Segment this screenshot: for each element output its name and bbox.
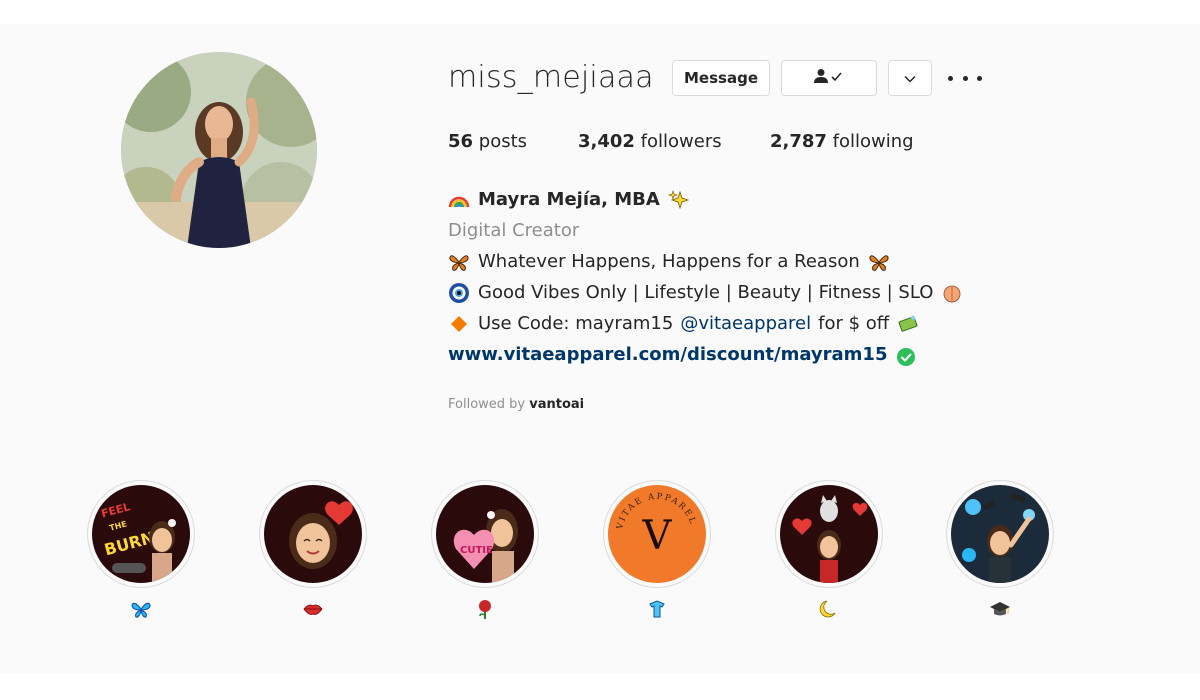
following-count: 2,787 — [770, 131, 827, 152]
bio-link-line: www.vitaeapparel.com/discount/mayram15 — [448, 339, 1048, 370]
person-check-icon — [812, 68, 846, 88]
bio-line-3-prefix: Use Code: mayram15 — [478, 313, 674, 334]
verified-check-icon — [897, 347, 916, 366]
message-button[interactable]: Message — [672, 60, 770, 96]
hanger-icon — [649, 600, 665, 618]
highlight-cover — [780, 485, 878, 583]
money-icon — [898, 315, 918, 332]
bio-full-name: Mayra Mejía, MBA — [478, 189, 660, 210]
bio-website-link[interactable]: www.vitaeapparel.com/discount/mayram15 — [448, 339, 887, 370]
bio-line-3: Use Code: mayram15 @vitaeapparel for $ o… — [448, 308, 1048, 339]
followed-by[interactable]: Followed by vantoai — [448, 397, 584, 412]
story-highlight-5[interactable] — [775, 480, 883, 618]
nazar-eye-icon — [449, 282, 469, 303]
more-options-icon[interactable] — [948, 66, 982, 90]
highlight-label — [775, 598, 883, 622]
vitaeapparel-mention-link[interactable]: @vitaeapparel — [680, 308, 811, 339]
highlight-cover — [264, 485, 362, 583]
highlight-cover: CUTIE — [436, 485, 534, 583]
bio-line-3-suffix: for $ off — [818, 313, 890, 334]
highlight-label — [603, 598, 711, 622]
highlight-label — [259, 598, 367, 622]
followers-link[interactable]: 3,402 followers — [578, 131, 722, 152]
suggested-accounts-button[interactable] — [888, 60, 932, 96]
bio-line-1-text: Whatever Happens, Happens for a Reason — [478, 251, 860, 272]
highlight-ring: VITAE APPAREL V — [603, 480, 711, 588]
lips-icon — [303, 604, 323, 615]
chevron-down-icon — [904, 69, 916, 87]
rainbow-icon — [448, 196, 470, 207]
profile-username: miss_mejiaaa — [448, 60, 654, 95]
bio-line-1: Whatever Happens, Happens for a Reason — [448, 246, 1048, 277]
more-dot — [948, 75, 953, 81]
svg-text:CUTIE: CUTIE — [460, 545, 493, 556]
bio-name-line: Mayra Mejía, MBA — [448, 184, 1048, 215]
graduation-cap-icon — [990, 602, 1010, 616]
peach-icon — [944, 285, 961, 302]
following-label: following — [832, 131, 914, 152]
highlight-cover — [951, 485, 1049, 583]
highlight-cover: FEEL THE BURN! — [92, 485, 190, 583]
sparkles-icon — [667, 189, 690, 209]
butterfly-icon — [869, 254, 889, 271]
story-highlight-6[interactable] — [946, 480, 1054, 616]
posts-label: posts — [478, 131, 528, 152]
more-dot — [977, 75, 982, 81]
profile-bio: Mayra Mejía, MBA Digital Creator Whateve… — [448, 184, 1048, 370]
highlight-ring — [259, 480, 367, 588]
followed-by-prefix: Followed by — [448, 397, 526, 412]
story-highlight-3[interactable]: CUTIE — [431, 480, 539, 619]
story-highlight-2[interactable] — [259, 480, 367, 615]
moon-icon — [819, 600, 836, 618]
story-highlight-4[interactable]: VITAE APPAREL V — [603, 480, 711, 618]
butterfly-icon — [449, 254, 469, 271]
profile-avatar[interactable] — [121, 52, 317, 248]
orange-diamond-icon — [451, 315, 467, 332]
bio-line-2: Good Vibes Only | Lifestyle | Beauty | F… — [448, 277, 1048, 308]
bio-category: Digital Creator — [448, 220, 580, 241]
following-button[interactable] — [781, 60, 877, 96]
highlight-label — [431, 598, 539, 622]
followed-by-user: vantoai — [529, 397, 585, 412]
highlight-ring — [775, 480, 883, 588]
followers-count: 3,402 — [578, 131, 635, 152]
svg-text:V: V — [642, 513, 673, 559]
more-dot — [962, 75, 968, 81]
profile-page: miss_mejiaaa Message 56 posts 3,402 foll… — [0, 24, 1200, 674]
posts-stat: 56 posts — [448, 131, 527, 152]
story-highlight-1[interactable]: FEEL THE BURN! — [87, 480, 195, 618]
posts-count: 56 — [448, 131, 474, 152]
following-link[interactable]: 2,787 following — [770, 131, 914, 152]
followers-label: followers — [640, 131, 722, 152]
highlight-ring — [946, 480, 1054, 588]
butterfly-icon — [131, 602, 151, 618]
bio-line-2-text: Good Vibes Only | Lifestyle | Beauty | F… — [478, 282, 934, 303]
highlight-ring: FEEL THE BURN! — [87, 480, 195, 588]
highlight-cover: VITAE APPAREL V — [608, 485, 706, 583]
highlight-ring: CUTIE — [431, 480, 539, 588]
highlight-label — [87, 598, 195, 622]
rose-icon — [479, 600, 491, 619]
highlight-label — [946, 598, 1054, 622]
